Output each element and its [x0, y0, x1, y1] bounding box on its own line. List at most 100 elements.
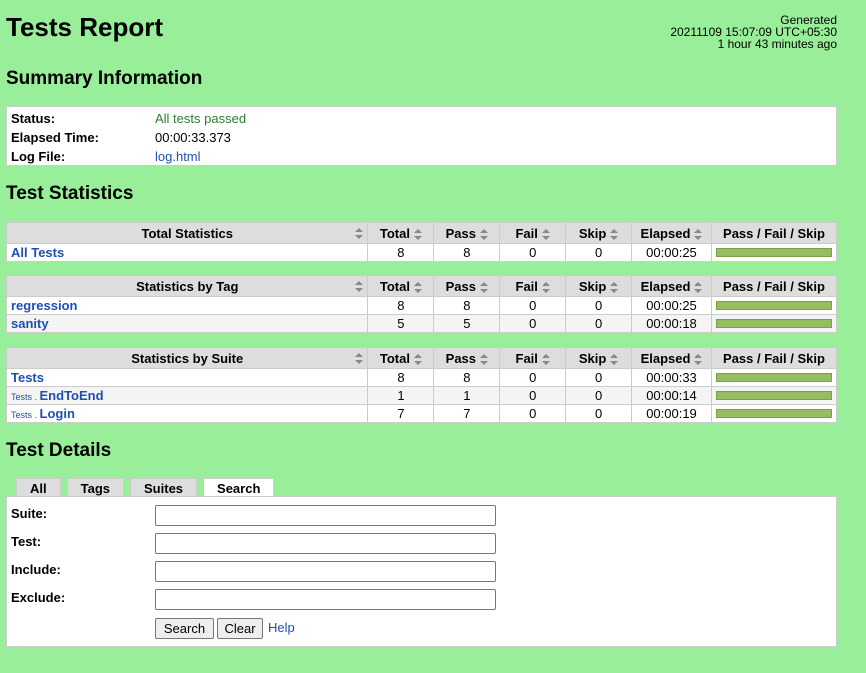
stats-header-2[interactable]: Fail [499, 222, 567, 244]
stat-fail: 0 [499, 368, 567, 387]
stats-title-header[interactable]: Total Statistics [5, 222, 369, 244]
table-row: Tests . Login 7 7 0 0 00:00:19 [5, 404, 838, 423]
stat-pass: 7 [433, 404, 501, 423]
elapsed-value: 00:00:33.373 [155, 130, 231, 145]
stat-skip: 0 [565, 314, 633, 333]
tab-suites[interactable]: Suites [130, 478, 198, 497]
stat-fail: 0 [499, 404, 567, 423]
test-input[interactable] [155, 533, 496, 554]
generated-info: Generated 20211109 15:07:09 UTC+05:30 1 … [670, 14, 837, 50]
stats-header-0[interactable]: Total [367, 222, 435, 244]
sort-icon [610, 281, 619, 293]
stats-header-5: Pass / Fail / Skip [710, 347, 838, 369]
graph-cell [710, 368, 838, 387]
search-button[interactable]: Search [155, 618, 214, 639]
stat-skip: 0 [565, 368, 633, 387]
sort-icon [413, 353, 422, 365]
sort-icon [610, 353, 619, 365]
stat-total: 1 [367, 386, 435, 405]
total-statistics-table: Total Statistics Total Pass Fail Skip Elapsed… [5, 222, 838, 262]
graph-cell [710, 243, 838, 262]
stat-skip: 0 [565, 404, 633, 423]
stats-header-4[interactable]: Elapsed [631, 222, 712, 244]
summary-panel: Status: All tests passed Elapsed Time: 0… [6, 106, 837, 166]
sort-icon [480, 353, 489, 365]
suite-label: Suite: [11, 506, 48, 521]
stat-name-cell: Tests . EndToEnd [5, 386, 369, 405]
stat-pass: 1 [433, 386, 501, 405]
stats-header-3[interactable]: Skip [565, 275, 633, 297]
stats-header-row: Statistics by Suite Total Pass Fail Skip Elap… [5, 347, 838, 369]
stats-header-1[interactable]: Pass [433, 347, 501, 369]
stat-pass: 8 [433, 296, 501, 315]
logfile-link[interactable]: log.html [155, 149, 201, 164]
sort-icon [610, 228, 619, 240]
stats-header-4[interactable]: Elapsed [631, 347, 712, 369]
stat-name-cell: sanity [5, 314, 369, 333]
suite-statistics-table: Statistics by Suite Total Pass Fail Skip Elap… [5, 347, 838, 423]
exclude-label: Exclude: [11, 590, 66, 605]
stat-name-link[interactable]: sanity [11, 316, 49, 331]
stat-name-link[interactable]: All Tests [11, 245, 64, 260]
stats-header-3[interactable]: Skip [565, 347, 633, 369]
stat-elapsed: 00:00:14 [631, 386, 712, 405]
sort-icon [694, 353, 703, 365]
stats-header-2[interactable]: Fail [499, 347, 567, 369]
generated-ago: 1 hour 43 minutes ago [717, 37, 837, 51]
stats-header-3[interactable]: Skip [565, 222, 633, 244]
stat-fail: 0 [499, 386, 567, 405]
stat-pass: 8 [433, 368, 501, 387]
include-input[interactable] [155, 561, 496, 582]
stat-pass: 5 [433, 314, 501, 333]
stat-name-cell: Tests [5, 368, 369, 387]
graph-cell [710, 404, 838, 423]
pass-bar [715, 301, 832, 310]
tab-all[interactable]: All [16, 478, 61, 497]
stat-name-link[interactable]: EndToEnd [40, 388, 104, 403]
stat-fail: 0 [499, 314, 567, 333]
sort-icon [355, 281, 364, 292]
table-row: sanity 5 5 0 0 00:00:18 [5, 314, 838, 333]
exclude-input[interactable] [155, 589, 496, 610]
parent-suite-link[interactable]: Tests . [11, 410, 40, 420]
stats-header-2[interactable]: Fail [499, 275, 567, 297]
help-link[interactable]: Help [268, 620, 295, 635]
stat-total: 8 [367, 368, 435, 387]
stat-name-link[interactable]: regression [11, 298, 77, 313]
tag-statistics-table: Statistics by Tag Total Pass Fail Skip Elapse… [5, 275, 838, 333]
stat-elapsed: 00:00:19 [631, 404, 712, 423]
sort-icon [694, 228, 703, 240]
pass-bar [715, 391, 832, 400]
stat-elapsed: 00:00:33 [631, 368, 712, 387]
stats-header-1[interactable]: Pass [433, 222, 501, 244]
parent-suite-link[interactable]: Tests . [11, 392, 40, 402]
stats-header-1[interactable]: Pass [433, 275, 501, 297]
sort-icon [355, 228, 364, 239]
stats-title-header[interactable]: Statistics by Tag [5, 275, 369, 297]
stat-name-link[interactable]: Login [40, 406, 75, 421]
statistics-heading: Test Statistics [6, 183, 134, 204]
stat-skip: 0 [565, 243, 633, 262]
elapsed-label: Elapsed Time: [11, 130, 99, 145]
table-row: Tests 8 8 0 0 00:00:33 [5, 368, 838, 387]
stats-header-0[interactable]: Total [367, 347, 435, 369]
search-panel: Suite: Test: Include: Exclude: Search Cl… [6, 496, 837, 647]
suite-input[interactable] [155, 505, 496, 526]
details-heading: Test Details [6, 440, 112, 461]
stats-title-header[interactable]: Statistics by Suite [5, 347, 369, 369]
table-row: All Tests 8 8 0 0 00:00:25 [5, 243, 838, 262]
sort-icon [541, 228, 550, 240]
stat-elapsed: 00:00:25 [631, 243, 712, 262]
status-value: All tests passed [155, 111, 247, 126]
summary-heading: Summary Information [6, 68, 203, 89]
elapsed-row: Elapsed Time: 00:00:33.373 [11, 128, 832, 147]
graph-cell [710, 296, 838, 315]
stats-header-4[interactable]: Elapsed [631, 275, 712, 297]
graph-cell [710, 314, 838, 333]
pass-bar [715, 409, 832, 418]
stats-header-0[interactable]: Total [367, 275, 435, 297]
tab-tags[interactable]: Tags [66, 478, 125, 497]
clear-button[interactable]: Clear [217, 618, 263, 639]
stat-name-link[interactable]: Tests [11, 370, 44, 385]
table-row: regression 8 8 0 0 00:00:25 [5, 296, 838, 315]
